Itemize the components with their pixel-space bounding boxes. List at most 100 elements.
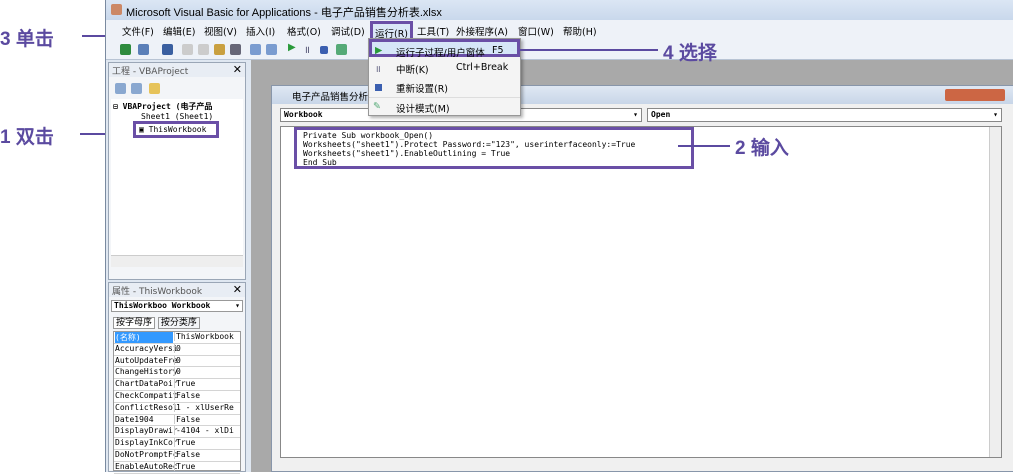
property-name: Date1904 <box>115 414 154 424</box>
menu-item-reset[interactable]: 重新设置(R) <box>369 78 520 96</box>
menu-item-design-mode[interactable]: ✎ 设计模式(M) <box>369 97 520 115</box>
property-value: ThisWorkbook <box>174 332 234 341</box>
properties-grid: (名称) ThisWorkbook AccuracyVersi 0 AutoUpdate… <box>113 331 241 474</box>
code-line: End Sub <box>303 158 337 167</box>
undo-icon[interactable] <box>250 44 261 55</box>
property-name: ConflictResol <box>115 402 178 412</box>
property-value: True <box>174 379 196 389</box>
code-editor[interactable]: Private Sub workbook_Open() Worksheets("… <box>280 126 1002 458</box>
property-name: AccuracyVersi <box>115 343 178 353</box>
property-value: 1 - xlUserRe <box>174 402 234 412</box>
property-row[interactable]: AccuracyVersi 0 <box>114 343 240 356</box>
window-controls[interactable] <box>945 89 1005 101</box>
properties-title: 属性 - ThisWorkbook <box>112 287 203 297</box>
property-value: 0 <box>174 367 181 377</box>
properties-pane: 属性 - ThisWorkbook ✕ ThisWorkboo Workbook ▾… <box>108 282 246 474</box>
view-object-icon[interactable] <box>131 83 142 94</box>
menu-file[interactable]: 文件(F) <box>122 24 154 38</box>
vba-app-icon <box>111 4 122 15</box>
menu-item-break[interactable]: ॥ 中断(K) Ctrl+Break <box>369 59 520 77</box>
vertical-scrollbar[interactable] <box>989 127 1001 457</box>
menu-window[interactable]: 窗口(W) <box>518 24 554 38</box>
property-name: ChangeHistory <box>115 367 178 377</box>
reset-icon[interactable] <box>320 46 328 54</box>
design-mode-icon: ✎ <box>373 101 381 112</box>
property-name: ChartDataPoir <box>115 379 178 389</box>
property-name: DoNotPromptFc <box>115 449 178 459</box>
tree-sheet1[interactable]: Sheet1 (Sheet1) <box>141 112 213 121</box>
property-row[interactable]: DisplayInkCor True <box>114 438 240 450</box>
tab-alphabetic[interactable]: 按字母序 <box>113 317 156 329</box>
property-value: -4104 - xlDi <box>174 426 234 436</box>
close-icon[interactable]: ✕ <box>233 63 242 76</box>
paste-icon[interactable] <box>214 44 225 55</box>
property-name: DisplayInkCor <box>115 438 178 448</box>
property-row[interactable]: ConflictResol 1 - xlUserRe <box>114 402 240 415</box>
project-title: 工程 - VBAProject <box>112 67 189 77</box>
design-mode-icon[interactable] <box>336 44 347 55</box>
property-row[interactable]: Date1904 False <box>114 414 240 427</box>
close-icon[interactable]: ✕ <box>233 283 242 296</box>
property-row[interactable]: CheckCompatit False <box>114 390 240 403</box>
save-icon[interactable] <box>162 44 173 55</box>
run-icon[interactable]: ▶ <box>288 42 296 53</box>
property-name: DisplayDrawir <box>115 426 178 436</box>
code-window: 电子产品销售分析表 Workbook ▾ Open ▾ Private Sub wo… <box>271 85 1013 472</box>
code-window-title: 电子产品销售分析表 <box>292 92 378 103</box>
property-row[interactable]: ChartDataPoir True <box>114 379 240 391</box>
pause-icon: ॥ <box>375 64 381 75</box>
procedure-dropdown[interactable]: Open ▾ <box>647 108 1002 122</box>
toggle-folders-icon[interactable] <box>149 83 160 94</box>
menu-item-run-sub[interactable]: ▶ 运行子过程/用户窗体 F5 <box>369 39 520 59</box>
property-row[interactable]: DoNotPromptFc False <box>114 449 240 462</box>
menu-addins[interactable]: 外接程序(A) <box>456 24 508 38</box>
annotation-step1: 1 双击 <box>0 127 54 148</box>
property-name: CheckCompatit <box>115 390 178 400</box>
menu-debug[interactable]: 调试(D) <box>331 24 365 38</box>
menu-bar: 文件(F) 编辑(E) 视图(V) 插入(I) 格式(O) 调试(D) 运行(R… <box>106 20 1013 45</box>
property-row[interactable]: AutoUpdateFre 0 <box>114 355 240 368</box>
excel-icon[interactable] <box>120 44 131 55</box>
property-value: False <box>174 449 201 459</box>
property-name: EnableAutoRec <box>115 461 178 471</box>
view-code-icon[interactable] <box>115 83 126 94</box>
annotation-step3: 3 单击 <box>0 29 54 50</box>
menu-view[interactable]: 视图(V) <box>204 24 237 38</box>
property-name: (名称) <box>115 332 173 343</box>
find-icon[interactable] <box>230 44 241 55</box>
tree-thisworkbook[interactable]: ▣ ThisWorkbook <box>133 121 219 138</box>
property-row[interactable]: DisplayDrawir -4104 - xlDi <box>114 426 240 439</box>
vba-window: Microsoft Visual Basic for Applications … <box>105 0 1013 474</box>
annotation-step4: 4 选择 <box>663 43 717 64</box>
horizontal-scrollbar[interactable] <box>111 255 243 267</box>
insert-userform-icon[interactable] <box>138 44 149 55</box>
code-line: Worksheets("sheet1").EnableOutlining = T… <box>303 149 511 158</box>
tab-categorized[interactable]: 按分类序 <box>157 317 200 329</box>
code-text[interactable]: Private Sub workbook_Open() Worksheets("… <box>294 127 694 169</box>
play-icon: ▶ <box>375 45 383 56</box>
stop-icon <box>375 84 382 91</box>
property-value: 0 <box>174 343 181 353</box>
object-select[interactable]: ThisWorkboo Workbook ▾ <box>111 300 243 312</box>
project-explorer: 工程 - VBAProject ✕ ⊟ VBAProject (电子产品 Shee… <box>108 62 246 280</box>
menu-insert[interactable]: 插入(I) <box>246 24 275 38</box>
tree-root[interactable]: ⊟ VBAProject (电子产品 <box>113 101 212 112</box>
copy-icon[interactable] <box>198 44 209 55</box>
property-value: False <box>174 414 201 424</box>
menu-help[interactable]: 帮助(H) <box>563 24 597 38</box>
title-bar: Microsoft Visual Basic for Applications … <box>106 0 1013 20</box>
redo-icon[interactable] <box>266 44 277 55</box>
annotation-line <box>678 145 730 147</box>
property-value: False <box>174 390 201 400</box>
property-row[interactable]: (名称) ThisWorkbook <box>114 332 240 344</box>
cut-icon[interactable] <box>182 44 193 55</box>
menu-edit[interactable]: 编辑(E) <box>163 24 195 38</box>
annotation-line <box>520 49 658 51</box>
menu-tools[interactable]: 工具(T) <box>417 24 449 38</box>
window-title: Microsoft Visual Basic for Applications … <box>126 7 442 19</box>
property-name: AutoUpdateFre <box>115 355 178 365</box>
property-row[interactable]: ChangeHistory 0 <box>114 367 240 380</box>
break-icon[interactable]: ॥ <box>304 42 310 56</box>
code-line: Private Sub workbook_Open() <box>303 131 434 140</box>
menu-format[interactable]: 格式(O) <box>287 24 321 38</box>
